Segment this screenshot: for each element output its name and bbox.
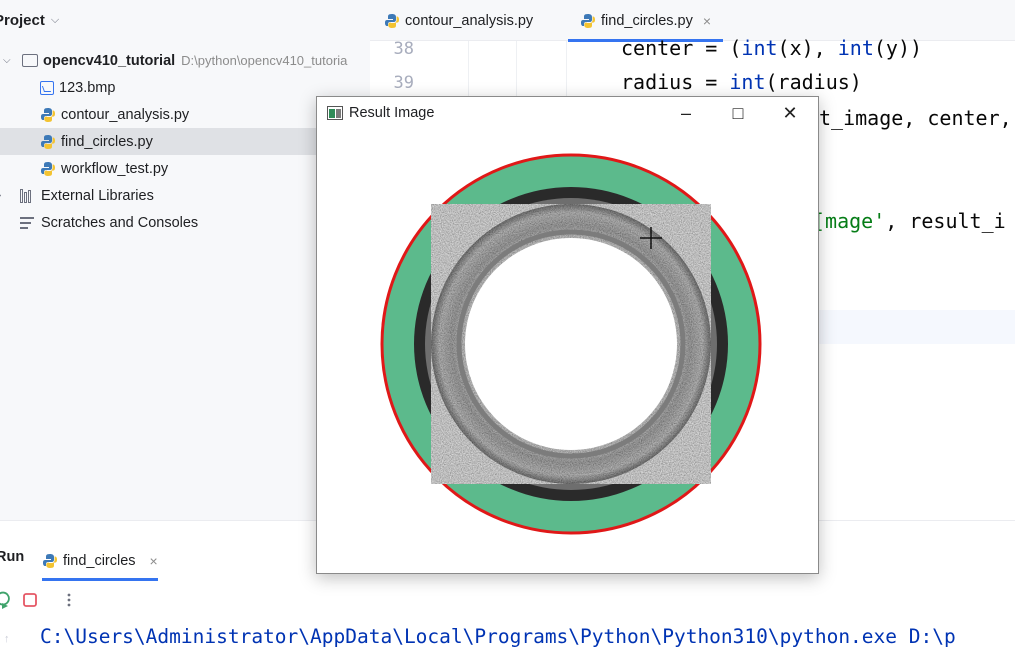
tab-find-circles[interactable]: find_circles.py × — [568, 0, 724, 42]
image-file-icon — [40, 80, 54, 95]
tree-item-label: find_circles.py — [61, 133, 153, 150]
folder-icon — [22, 54, 38, 67]
python-icon — [581, 13, 595, 28]
python-icon — [385, 13, 399, 28]
close-icon[interactable]: × — [150, 553, 158, 569]
more-options-icon[interactable] — [66, 592, 72, 608]
tab-label: contour_analysis.py — [405, 12, 534, 29]
project-path: D:\python\opencv410_tutoria — [181, 53, 348, 68]
python-icon — [41, 161, 55, 176]
tree-item-external-libraries[interactable]: › External Libraries — [0, 182, 370, 209]
close-button[interactable]: ✕ — [767, 97, 813, 129]
python-icon — [43, 554, 57, 568]
maximize-button[interactable]: □ — [715, 97, 761, 129]
code-line-39: radius = int(radius) — [621, 70, 862, 94]
tree-item-workflow-test[interactable]: workflow_test.py — [0, 155, 370, 182]
tree-item-label: Scratches and Consoles — [41, 214, 199, 231]
tab-label: find_circles.py — [601, 12, 693, 29]
editor-tab-bar: contour_analysis.py find_circles.py × — [370, 0, 1015, 42]
rerun-icon[interactable] — [0, 591, 12, 609]
stop-icon[interactable] — [22, 592, 38, 608]
python-icon — [41, 134, 55, 149]
tree-item-label: External Libraries — [41, 187, 154, 204]
tree-item-123-bmp[interactable]: 123.bmp — [0, 74, 370, 101]
chevron-down-icon: ⌵ — [3, 55, 11, 66]
library-icon — [20, 188, 36, 203]
tree-item-project-root[interactable]: ⌵ opencv410_tutorial D:\python\opencv410… — [0, 47, 370, 74]
tree-item-scratches[interactable]: Scratches and Consoles — [0, 209, 370, 236]
tree-item-label: opencv410_tutorial — [43, 52, 176, 69]
window-titlebar[interactable]: Result Image – □ ✕ — [317, 97, 818, 129]
line-number: 38 — [393, 39, 414, 59]
result-image — [380, 153, 762, 535]
tree-item-find-circles[interactable]: find_circles.py — [0, 128, 370, 155]
window-title: Result Image — [349, 105, 435, 121]
close-icon[interactable]: × — [703, 13, 711, 29]
run-tab-label: find_circles — [63, 553, 136, 569]
code-line-38: center = (int(x), int(y)) — [621, 36, 923, 60]
run-tab-find-circles[interactable]: find_circles × — [42, 541, 158, 581]
code-line-40: t_image, center, — [819, 106, 1012, 130]
chevron-right-icon: › — [0, 190, 1, 201]
project-header[interactable]: Project ⌵ — [0, 8, 59, 32]
app-window-icon — [327, 106, 343, 120]
console-output-line: C:\Users\Administrator\AppData\Local\Pro… — [40, 625, 956, 648]
scratches-icon — [20, 216, 36, 230]
code-line-43: [mage', result_i — [813, 209, 1006, 233]
project-panel: Project ⌵ ⌵ opencv410_tutorial D:\python… — [0, 0, 370, 520]
line-number: 39 — [393, 73, 414, 93]
run-toolbar — [0, 589, 72, 611]
project-title: Project — [0, 11, 45, 29]
tab-contour-analysis[interactable]: contour_analysis.py — [384, 0, 533, 41]
tree-item-label: contour_analysis.py — [61, 106, 190, 123]
washer-hole — [465, 238, 677, 450]
scroll-up-icon[interactable]: ↑ — [4, 633, 10, 645]
result-image-window[interactable]: Result Image – □ ✕ — [316, 96, 819, 574]
run-label: Run — [0, 549, 25, 565]
chevron-down-icon: ⌵ — [50, 13, 60, 26]
minimize-button[interactable]: – — [663, 97, 709, 129]
tree-item-label: 123.bmp — [59, 79, 116, 96]
python-icon — [41, 107, 55, 122]
tree-item-label: workflow_test.py — [61, 160, 169, 177]
tree-item-contour-analysis[interactable]: contour_analysis.py — [0, 101, 370, 128]
